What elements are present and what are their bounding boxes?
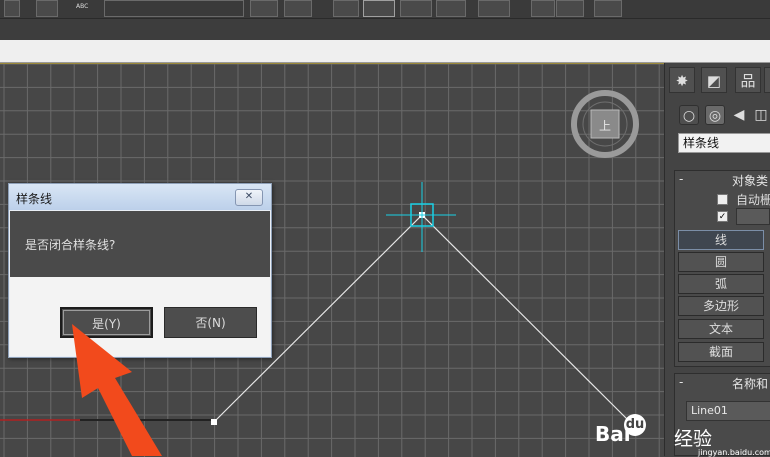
object-category-dropdown[interactable]: 样条线 <box>678 133 770 153</box>
spline-vertex <box>211 419 217 425</box>
modify-tab[interactable]: ◩ <box>701 67 727 93</box>
start-new-shape-checkbox[interactable]: ✓ <box>717 211 728 222</box>
dialog-title-bar[interactable]: 样条线 ✕ <box>9 184 271 210</box>
toolbar-button[interactable] <box>436 0 466 17</box>
toolbar-button[interactable] <box>531 0 555 17</box>
rollout-header[interactable]: - 对象类 <box>675 171 770 189</box>
viewcube-label: 上 <box>599 119 611 133</box>
object-type-button[interactable]: 线 <box>678 230 764 250</box>
dialog-body: 是否闭合样条线? <box>10 211 270 277</box>
close-button[interactable]: ✕ <box>235 189 263 206</box>
object-type-button[interactable]: 弧 <box>678 274 764 294</box>
watermark-brand-right: 经验 <box>674 428 713 450</box>
toolbar-button[interactable] <box>594 0 622 17</box>
ribbon-bar <box>0 19 770 40</box>
create-icon: ✸ <box>675 72 689 90</box>
toolbar-dropdown[interactable] <box>104 0 244 17</box>
auto-grid-label: 自动栅 <box>736 193 770 207</box>
close-icon: ✕ <box>244 191 254 202</box>
shapes-icon: ◎ <box>708 108 722 124</box>
create-tab[interactable]: ✸ <box>669 67 695 93</box>
hierarchy-tab[interactable]: 品 <box>735 67 761 93</box>
rollout-title: 对象类 <box>732 174 769 188</box>
light-icon: ◀ <box>733 107 745 123</box>
annotation-arrow <box>72 324 162 456</box>
shapes-button[interactable]: ◎ <box>705 105 725 125</box>
lights-button[interactable]: ◀ <box>729 105 749 125</box>
sphere-icon: ○ <box>682 108 696 124</box>
toolbar-button[interactable] <box>333 0 359 17</box>
toolbar-button[interactable] <box>363 0 395 17</box>
rollout-title: 名称和 <box>732 377 769 391</box>
modify-icon: ◩ <box>706 72 722 90</box>
geometry-button[interactable]: ○ <box>679 105 699 125</box>
paw-icon: du <box>624 414 646 436</box>
check-icon: ✓ <box>718 212 727 222</box>
cameras-button[interactable]: ◫ <box>751 105 770 125</box>
motion-tab[interactable] <box>764 67 770 93</box>
hierarchy-icon: 品 <box>740 72 756 90</box>
toolbar-button[interactable] <box>478 0 510 17</box>
rollout-header[interactable]: - 名称和 <box>675 374 770 392</box>
collapse-icon: - <box>679 375 684 389</box>
auto-grid-checkbox[interactable] <box>717 194 728 205</box>
collapse-icon: - <box>679 172 684 186</box>
object-type-button[interactable]: 截面 <box>678 342 764 362</box>
camera-icon: ◫ <box>754 107 768 123</box>
command-panel: ✸ ◩ 品 ○ ◎ ◀ ◫ 样条线 - 对象类 自动栅 ✓ - 名称和 Line… <box>664 63 770 456</box>
dialog-message: 是否闭合样条线? <box>25 238 116 252</box>
toolbar-button[interactable] <box>400 0 432 17</box>
toolbar-button[interactable] <box>284 0 312 17</box>
tab-bar <box>0 40 770 63</box>
toolbar-button[interactable] <box>556 0 584 17</box>
dialog-title: 样条线 <box>16 192 53 206</box>
baidu-watermark: Bai du 经验 jingyan.baidu.com <box>585 410 770 457</box>
toolbar-button[interactable] <box>36 0 58 17</box>
arrow-shape <box>72 324 162 456</box>
object-type-button[interactable]: 文本 <box>678 319 764 339</box>
abc-label: ABC <box>76 3 89 10</box>
object-type-button[interactable]: 圆 <box>678 252 764 272</box>
start-new-shape-button[interactable] <box>736 208 770 225</box>
toolbar-button[interactable] <box>4 0 20 17</box>
object-type-button[interactable]: 多边形 <box>678 296 764 316</box>
toolbar-button[interactable] <box>250 0 278 17</box>
main-toolbar: ABC <box>0 0 770 19</box>
